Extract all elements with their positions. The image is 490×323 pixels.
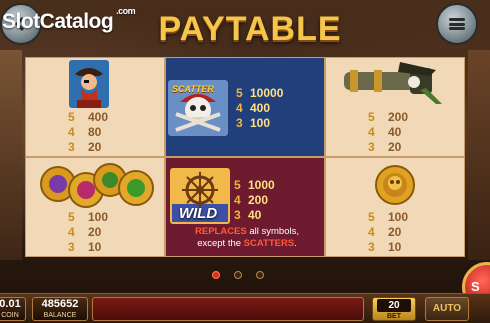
page-title: PAYTABLE xyxy=(158,10,342,48)
paytable-cell-coins: 5 100 4 20 3 10 xyxy=(25,157,165,257)
coins-symbol xyxy=(38,162,156,208)
page-dot-2[interactable] xyxy=(234,271,242,279)
paytable-panel: 5 400 4 80 3 20 SCATTER 5 10000 4 400 3 100 xyxy=(25,57,465,257)
balance-value: 485652 xyxy=(41,298,79,310)
payout: 40 xyxy=(248,208,262,222)
payout: 400 xyxy=(88,110,109,124)
payout: 20 xyxy=(88,225,102,239)
payout: 80 xyxy=(88,125,102,139)
count: 3 xyxy=(368,240,375,254)
count: 5 xyxy=(68,110,75,124)
payout: 200 xyxy=(388,110,409,124)
bet-display[interactable]: 20 BET xyxy=(372,297,416,321)
page-indicator xyxy=(212,271,264,279)
count: 4 xyxy=(68,125,75,139)
count: 4 xyxy=(236,101,243,115)
bet-label: BET xyxy=(387,313,401,320)
payout: 10 xyxy=(388,240,402,254)
paytable-cell-gold-coin: 5 100 4 20 3 10 xyxy=(325,157,465,257)
payout: 100 xyxy=(250,116,271,130)
count: 3 xyxy=(234,208,241,222)
coin-value-display[interactable]: 0.01 COIN xyxy=(0,297,26,321)
bet-value: 20 xyxy=(377,299,411,312)
paytable-cell-wild: WILD 5 1000 4 200 3 40 REPLACES all symbols… xyxy=(165,157,325,257)
message-bar xyxy=(92,297,364,321)
scatter-label: SCATTER xyxy=(172,84,214,94)
payout: 100 xyxy=(388,210,409,224)
coins-pays: 5 100 4 20 3 10 xyxy=(68,210,108,255)
right-decor xyxy=(468,50,490,260)
balance-label: BALANCE xyxy=(43,312,77,319)
count: 5 xyxy=(368,110,375,124)
count: 3 xyxy=(68,140,75,154)
payout: 1000 xyxy=(248,178,275,192)
cannon-symbol xyxy=(340,60,450,106)
note-text: all symbols, xyxy=(246,226,299,237)
coin-value: 0.01 xyxy=(0,298,21,310)
payout: 400 xyxy=(250,101,271,115)
gold-coin-symbol xyxy=(374,164,416,206)
menu-icon xyxy=(449,18,465,30)
payout: 10 xyxy=(88,240,102,254)
note-text: . xyxy=(294,238,297,249)
payout: 20 xyxy=(88,140,102,154)
page-dot-3[interactable] xyxy=(256,271,264,279)
count: 4 xyxy=(68,225,75,239)
paytable-cell-cannon: 5 200 4 40 3 20 xyxy=(325,57,465,157)
cannon-pays: 5 200 4 40 3 20 xyxy=(368,110,408,155)
pirate-symbol xyxy=(69,60,109,108)
spin-label: S xyxy=(471,279,480,294)
count: 4 xyxy=(368,225,375,239)
payout: 10000 xyxy=(250,86,284,100)
page-dot-1[interactable] xyxy=(212,271,220,279)
count: 4 xyxy=(234,193,241,207)
count: 3 xyxy=(236,116,243,130)
coin-label: COIN xyxy=(1,312,19,319)
count: 3 xyxy=(68,240,75,254)
left-decor xyxy=(0,50,22,260)
scatter-pays: 5 10000 4 400 3 100 xyxy=(236,86,283,131)
note-highlight: SCATTERS xyxy=(243,238,295,249)
payout: 40 xyxy=(388,125,402,139)
count: 5 xyxy=(236,86,243,100)
watermark-logo: SlotCatalog .com xyxy=(2,6,136,34)
count: 4 xyxy=(368,125,375,139)
wild-description: REPLACES all symbols, except the SCATTER… xyxy=(172,226,322,250)
menu-button[interactable] xyxy=(436,3,478,45)
note-text: except the xyxy=(197,238,244,249)
paytable-cell-pirate: 5 400 4 80 3 20 xyxy=(25,57,165,157)
payout: 200 xyxy=(248,193,269,207)
gold-coin-pays: 5 100 4 20 3 10 xyxy=(368,210,408,255)
pirate-pays: 5 400 4 80 3 20 xyxy=(68,110,108,155)
wild-label: WILD xyxy=(178,205,218,222)
logo-catalog-text: Catalog xyxy=(39,10,114,33)
balance-display: 485652 BALANCE xyxy=(32,297,88,321)
bottom-bar: 0.01 COIN 485652 BALANCE 20 BET AUTO xyxy=(0,293,490,323)
count: 3 xyxy=(368,140,375,154)
wild-pays: 5 1000 4 200 3 40 xyxy=(234,178,275,223)
payout: 20 xyxy=(388,140,402,154)
count: 5 xyxy=(368,210,375,224)
note-highlight: REPLACES xyxy=(195,226,247,237)
payout: 20 xyxy=(388,225,402,239)
auto-button[interactable]: AUTO xyxy=(425,297,469,321)
count: 5 xyxy=(234,178,241,192)
count: 5 xyxy=(68,210,75,224)
logo-slot-text: Slot xyxy=(2,10,40,33)
paytable-cell-scatter: SCATTER 5 10000 4 400 3 100 xyxy=(165,57,325,157)
payout: 100 xyxy=(88,210,109,224)
